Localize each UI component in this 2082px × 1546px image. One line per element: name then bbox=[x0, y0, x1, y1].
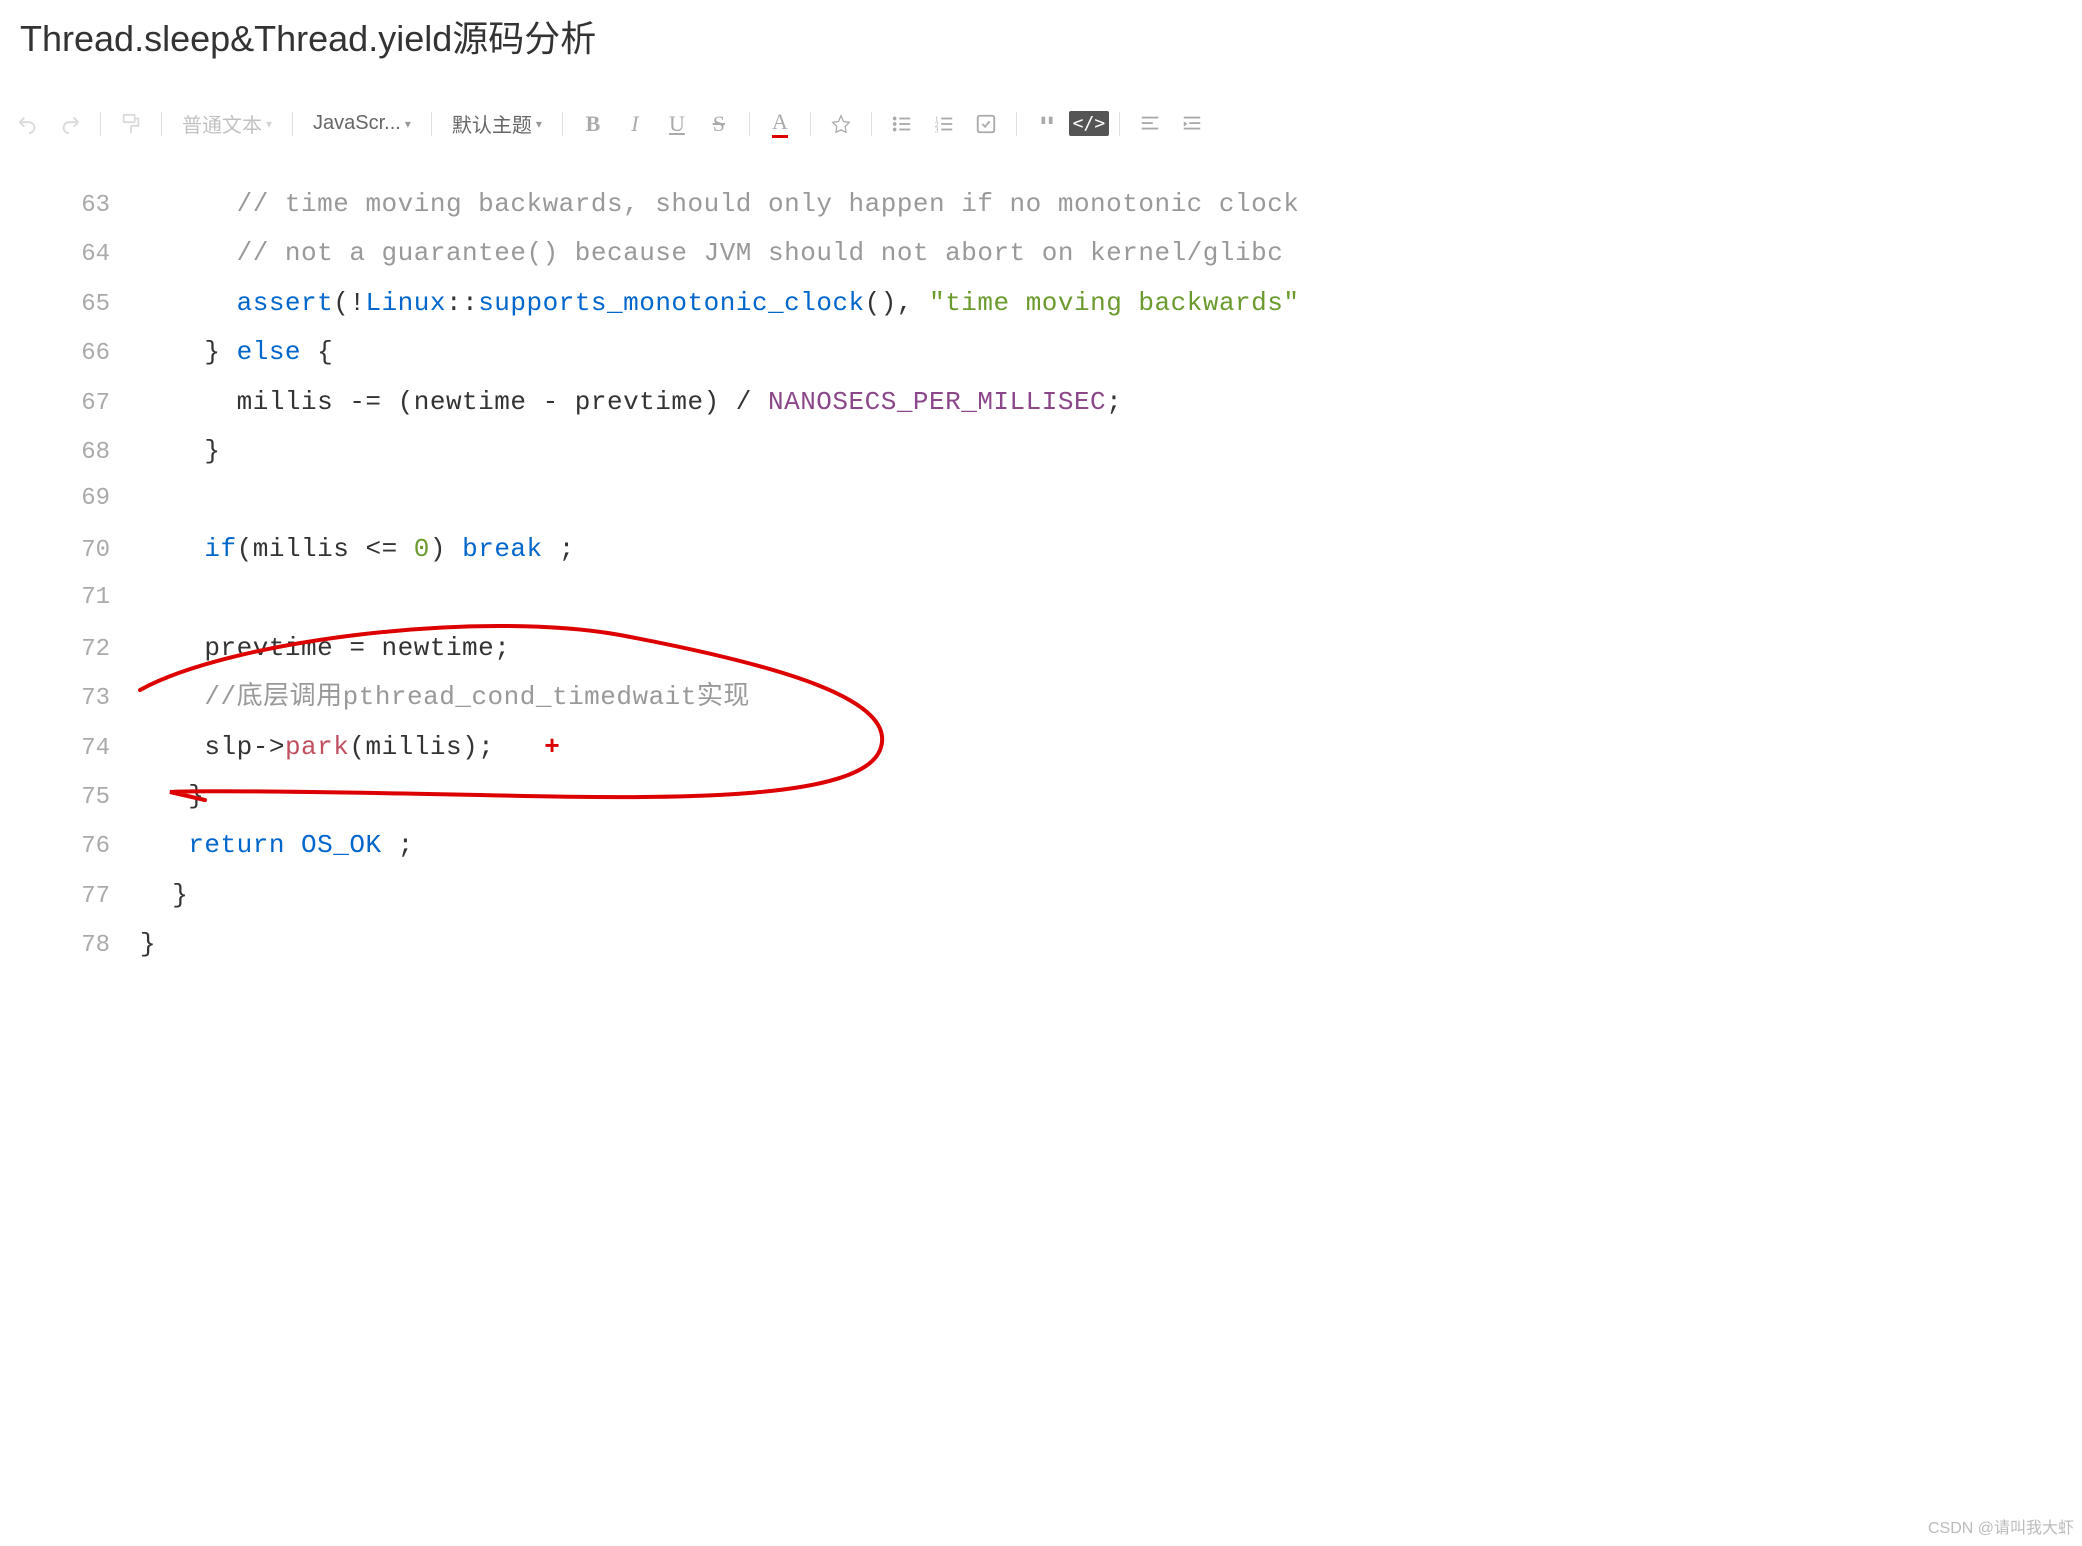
line-number: 73 bbox=[60, 676, 110, 722]
line-number: 69 bbox=[60, 476, 110, 522]
chevron-down-icon: ▾ bbox=[536, 117, 542, 131]
line-number: 63 bbox=[60, 183, 110, 229]
code-line[interactable]: 65 assert(!Linux::supports_monotonic_clo… bbox=[60, 279, 2082, 328]
line-number: 78 bbox=[60, 923, 110, 969]
code-line[interactable]: 66 } else { bbox=[60, 328, 2082, 377]
code-content: } bbox=[140, 427, 221, 476]
toolbar: 普通文本 ▾ JavaScr... ▾ 默认主题 ▾ B I U S A 123… bbox=[0, 97, 2082, 150]
code-line[interactable]: 67 millis -= (newtime - prevtime) / NANO… bbox=[60, 378, 2082, 427]
code-line[interactable]: 73 //底层调用pthread_cond_timedwait实现 bbox=[60, 673, 2082, 722]
separator bbox=[1016, 112, 1017, 136]
line-number: 72 bbox=[60, 627, 110, 673]
code-block-button[interactable]: </> bbox=[1071, 106, 1107, 142]
line-number: 66 bbox=[60, 331, 110, 377]
separator bbox=[871, 112, 872, 136]
line-number: 68 bbox=[60, 430, 110, 476]
paragraph-style-dropdown[interactable]: 普通文本 ▾ bbox=[174, 105, 280, 142]
font-color-button[interactable]: A bbox=[762, 106, 798, 142]
code-line[interactable]: 64 // not a guarantee() because JVM shou… bbox=[60, 229, 2082, 278]
quote-button[interactable] bbox=[1029, 106, 1065, 142]
code-content: // not a guarantee() because JVM should … bbox=[140, 229, 1283, 278]
code-line[interactable]: 71 bbox=[60, 575, 2082, 624]
line-number: 67 bbox=[60, 381, 110, 427]
separator bbox=[292, 112, 293, 136]
separator bbox=[810, 112, 811, 136]
unordered-list-button[interactable] bbox=[884, 106, 920, 142]
annotation-cross-icon: + bbox=[544, 732, 560, 762]
code-content: slp->park(millis);+ bbox=[140, 723, 560, 772]
code-line[interactable]: 69 bbox=[60, 476, 2082, 525]
italic-button[interactable]: I bbox=[617, 106, 653, 142]
code-line[interactable]: 77 } bbox=[60, 871, 2082, 920]
separator bbox=[749, 112, 750, 136]
ordered-list-button[interactable]: 123 bbox=[926, 106, 962, 142]
line-number: 76 bbox=[60, 824, 110, 870]
code-line[interactable]: 75 } bbox=[60, 772, 2082, 821]
indent-button[interactable] bbox=[1174, 106, 1210, 142]
bold-button[interactable]: B bbox=[575, 106, 611, 142]
code-content: if(millis <= 0) break ; bbox=[140, 525, 575, 574]
line-number: 70 bbox=[60, 528, 110, 574]
separator bbox=[1119, 112, 1120, 136]
strikethrough-button[interactable]: S bbox=[701, 106, 737, 142]
code-content: assert(!Linux::supports_monotonic_clock(… bbox=[140, 279, 1299, 328]
format-painter-button[interactable] bbox=[113, 106, 149, 142]
code-content: // time moving backwards, should only ha… bbox=[140, 180, 1299, 229]
separator bbox=[161, 112, 162, 136]
align-button[interactable] bbox=[1132, 106, 1168, 142]
undo-button[interactable] bbox=[10, 106, 46, 142]
line-number: 75 bbox=[60, 775, 110, 821]
chevron-down-icon: ▾ bbox=[266, 117, 272, 131]
code-content: prevtime = newtime; bbox=[140, 624, 510, 673]
theme-dropdown[interactable]: 默认主题 ▾ bbox=[444, 105, 550, 142]
code-line[interactable]: 63 // time moving backwards, should only… bbox=[60, 180, 2082, 229]
code-content: return OS_OK ; bbox=[140, 821, 414, 870]
separator bbox=[431, 112, 432, 136]
line-number: 65 bbox=[60, 282, 110, 328]
code-editor[interactable]: 63 // time moving backwards, should only… bbox=[0, 150, 2082, 999]
code-content: } bbox=[140, 772, 204, 821]
line-number: 71 bbox=[60, 575, 110, 621]
watermark: CSDN @请叫我大虾 bbox=[1928, 1514, 2074, 1538]
code-line[interactable]: 72 prevtime = newtime; bbox=[60, 624, 2082, 673]
code-line[interactable]: 74 slp->park(millis);+ bbox=[60, 723, 2082, 772]
code-content: } else { bbox=[140, 328, 333, 377]
language-dropdown[interactable]: JavaScr... ▾ bbox=[305, 108, 419, 139]
line-number: 74 bbox=[60, 726, 110, 772]
code-content: millis -= (newtime - prevtime) / NANOSEC… bbox=[140, 378, 1122, 427]
highlight-button[interactable] bbox=[823, 106, 859, 142]
line-number: 77 bbox=[60, 874, 110, 920]
redo-button[interactable] bbox=[52, 106, 88, 142]
svg-text:3: 3 bbox=[935, 125, 939, 134]
code-line[interactable]: 68 } bbox=[60, 427, 2082, 476]
code-line[interactable]: 70 if(millis <= 0) break ; bbox=[60, 525, 2082, 574]
code-line[interactable]: 78} bbox=[60, 920, 2082, 969]
checklist-button[interactable] bbox=[968, 106, 1004, 142]
page-title: Thread.sleep&Thread.yield源码分析 bbox=[0, 0, 2082, 72]
chevron-down-icon: ▾ bbox=[405, 117, 411, 131]
code-content: } bbox=[140, 871, 188, 920]
code-content: //底层调用pthread_cond_timedwait实现 bbox=[140, 673, 750, 722]
separator bbox=[562, 112, 563, 136]
separator bbox=[100, 112, 101, 136]
line-number: 64 bbox=[60, 232, 110, 278]
code-content: } bbox=[140, 920, 156, 969]
code-line[interactable]: 76 return OS_OK ; bbox=[60, 821, 2082, 870]
underline-button[interactable]: U bbox=[659, 106, 695, 142]
